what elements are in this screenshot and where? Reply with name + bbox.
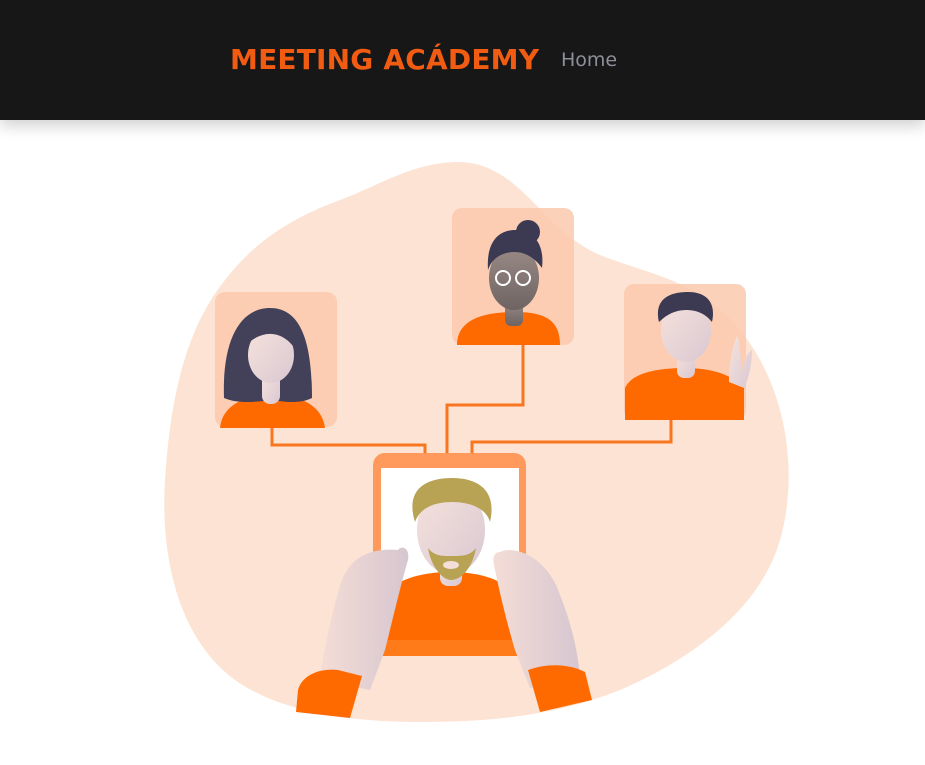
nav-link-home[interactable]: Home xyxy=(561,48,617,72)
participant-card-man-waving xyxy=(624,284,752,420)
participant-card-woman-long-hair xyxy=(215,292,337,428)
participant-card-woman-glasses xyxy=(452,208,574,345)
top-navbar: MEETING ACÁDEMY Home xyxy=(0,0,925,120)
video-conference-illustration xyxy=(164,161,789,722)
brand-logo-link[interactable]: MEETING ACÁDEMY xyxy=(230,42,539,78)
